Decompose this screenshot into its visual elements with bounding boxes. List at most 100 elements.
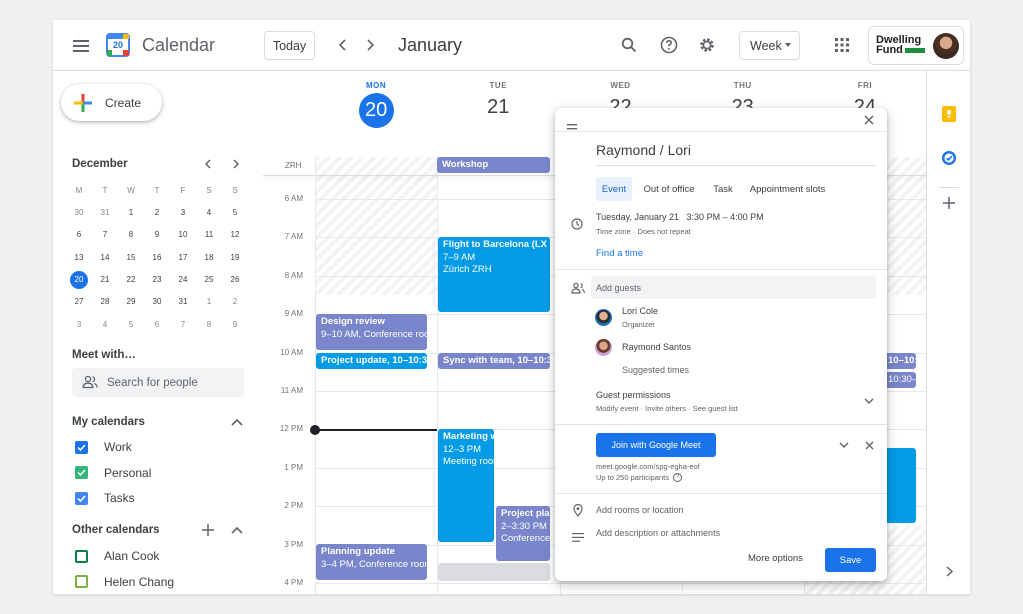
main-menu-icon[interactable]: [70, 35, 92, 57]
mini-cal-day[interactable]: 25: [200, 271, 218, 289]
mini-cal-day[interactable]: 8: [122, 226, 140, 244]
tab-appointment-slots[interactable]: Appointment slots: [745, 177, 830, 201]
prev-week-icon[interactable]: [332, 35, 352, 55]
event-fri-1[interactable]: 10–10:30: [883, 353, 916, 369]
checkbox-checked-icon[interactable]: [75, 440, 88, 454]
mini-cal-day[interactable]: 30: [70, 204, 88, 222]
event-flight[interactable]: Flight to Barcelona (LX 1952) 7–9 AM Zür…: [438, 237, 550, 312]
search-icon[interactable]: [618, 34, 640, 56]
mini-cal-day[interactable]: 1: [122, 204, 140, 222]
mini-cal-day[interactable]: 2: [148, 204, 166, 222]
event-draft-placeholder[interactable]: [438, 563, 550, 581]
calendar-item[interactable]: Helen Chang: [75, 572, 174, 592]
tasks-icon[interactable]: [940, 149, 958, 167]
mini-cal-day[interactable]: 23: [148, 271, 166, 289]
find-a-time-link[interactable]: Find a time: [596, 248, 643, 259]
timezone-repeat-note[interactable]: Time zone · Does not repeat: [596, 227, 691, 236]
mini-cal-day[interactable]: 16: [148, 249, 166, 267]
mini-cal-day[interactable]: 5: [226, 204, 244, 222]
mini-cal-day[interactable]: 7: [174, 316, 192, 334]
mini-cal-day[interactable]: 19: [226, 249, 244, 267]
avatar[interactable]: [933, 33, 959, 59]
event-planning-update[interactable]: Planning update 3–4 PM, Conference room: [316, 544, 427, 580]
mini-cal-next-icon[interactable]: [229, 157, 243, 171]
create-button[interactable]: Create: [61, 84, 162, 121]
calendar-item[interactable]: Alan Cook: [75, 546, 159, 566]
add-rooms-field[interactable]: Add rooms or location: [596, 505, 684, 515]
mini-cal-day[interactable]: 28: [96, 293, 114, 311]
checkbox-checked-icon[interactable]: [75, 466, 88, 479]
remove-meet-icon[interactable]: [862, 438, 876, 452]
today-date-circle[interactable]: 20: [358, 93, 394, 128]
mini-cal-day[interactable]: 10: [174, 226, 192, 244]
mini-cal-day[interactable]: 21: [96, 271, 114, 289]
mini-cal-day[interactable]: 22: [122, 271, 140, 289]
event-sync-team[interactable]: Sync with team, 10–10:30 AM: [438, 353, 550, 369]
settings-gear-icon[interactable]: [696, 34, 718, 56]
guest-permissions-title[interactable]: Guest permissions: [596, 390, 671, 400]
search-people-field[interactable]: Search for people: [72, 368, 244, 397]
mini-cal-day[interactable]: 1: [200, 293, 218, 311]
mini-cal-day[interactable]: 9: [226, 316, 244, 334]
today-button[interactable]: Today: [264, 31, 315, 60]
other-calendars-collapse-icon[interactable]: [229, 522, 245, 538]
add-other-calendar-icon[interactable]: [200, 522, 216, 538]
mini-cal-day[interactable]: 26: [226, 271, 244, 289]
mini-cal-day[interactable]: 9: [148, 226, 166, 244]
day-header[interactable]: TUE 21: [437, 81, 559, 119]
mini-cal-day[interactable]: 27: [70, 293, 88, 311]
meet-link[interactable]: meet.google.com/spg-egha-eof: [596, 462, 700, 471]
join-meet-button[interactable]: Join with Google Meet: [596, 433, 716, 457]
event-workshop[interactable]: Workshop: [437, 157, 550, 173]
mini-cal-day[interactable]: 13: [70, 249, 88, 267]
help-icon[interactable]: [658, 34, 680, 56]
event-marketing[interactable]: Marketing workshop 12–3 PM Meeting room: [438, 429, 494, 542]
tab-out-of-office[interactable]: Out of office: [638, 177, 700, 201]
close-dialog-icon[interactable]: [861, 112, 877, 128]
mini-cal-day[interactable]: 15: [122, 249, 140, 267]
mini-cal-day[interactable]: 2: [226, 293, 244, 311]
event-title-input[interactable]: Raymond / Lori: [596, 142, 876, 166]
add-guests-input[interactable]: Add guests: [591, 276, 876, 299]
event-fri-block[interactable]: [883, 448, 916, 523]
mini-cal-prev-icon[interactable]: [201, 157, 215, 171]
view-selector[interactable]: Week: [739, 31, 800, 60]
expand-panel-icon[interactable]: [940, 562, 958, 580]
mini-cal-day[interactable]: 24: [174, 271, 192, 289]
add-description-field[interactable]: Add description or attachments: [596, 528, 720, 538]
checkbox-unchecked-icon[interactable]: [75, 575, 88, 588]
meet-options-icon[interactable]: [837, 438, 851, 452]
calendar-item[interactable]: Personal: [75, 463, 151, 483]
drag-handle-icon[interactable]: [567, 117, 577, 130]
more-options-button[interactable]: More options: [748, 553, 803, 564]
mini-cal-day[interactable]: 7: [96, 226, 114, 244]
calendar-item[interactable]: Tasks: [75, 488, 135, 508]
permissions-expand-icon[interactable]: [862, 394, 876, 408]
account-chip[interactable]: Dwelling Fund: [868, 26, 964, 65]
mini-cal-day[interactable]: 17: [174, 249, 192, 267]
mini-cal-day[interactable]: 14: [96, 249, 114, 267]
mini-cal-day[interactable]: 29: [122, 293, 140, 311]
mini-cal-day[interactable]: 4: [96, 316, 114, 334]
mini-cal-day[interactable]: 3: [174, 204, 192, 222]
calendar-item[interactable]: Work: [75, 437, 132, 457]
checkbox-checked-icon[interactable]: [75, 491, 88, 505]
add-addon-icon[interactable]: [940, 194, 958, 212]
mini-cal-day[interactable]: 30: [148, 293, 166, 311]
tab-task[interactable]: Task: [708, 177, 738, 201]
event-fri-2[interactable]: 10:30–11: [883, 372, 916, 388]
next-week-icon[interactable]: [361, 35, 381, 55]
mini-cal-day[interactable]: 12: [226, 226, 244, 244]
event-project-planning[interactable]: Project planning 2–3:30 PM Conference ro…: [496, 506, 550, 561]
mini-cal-day[interactable]: 31: [96, 204, 114, 222]
event-design-review[interactable]: Design review 9–10 AM, Conference room: [316, 314, 427, 350]
tab-event[interactable]: Event: [596, 177, 632, 201]
mini-cal-day[interactable]: 5: [122, 316, 140, 334]
suggested-times-link[interactable]: Suggested times: [622, 365, 689, 375]
mini-cal-day[interactable]: 11: [200, 226, 218, 244]
my-calendars-collapse-icon[interactable]: [229, 414, 245, 430]
mini-cal-day[interactable]: 4: [200, 204, 218, 222]
save-button[interactable]: Save: [825, 548, 876, 572]
mini-cal-day[interactable]: 8: [200, 316, 218, 334]
mini-cal-day[interactable]: 31: [174, 293, 192, 311]
